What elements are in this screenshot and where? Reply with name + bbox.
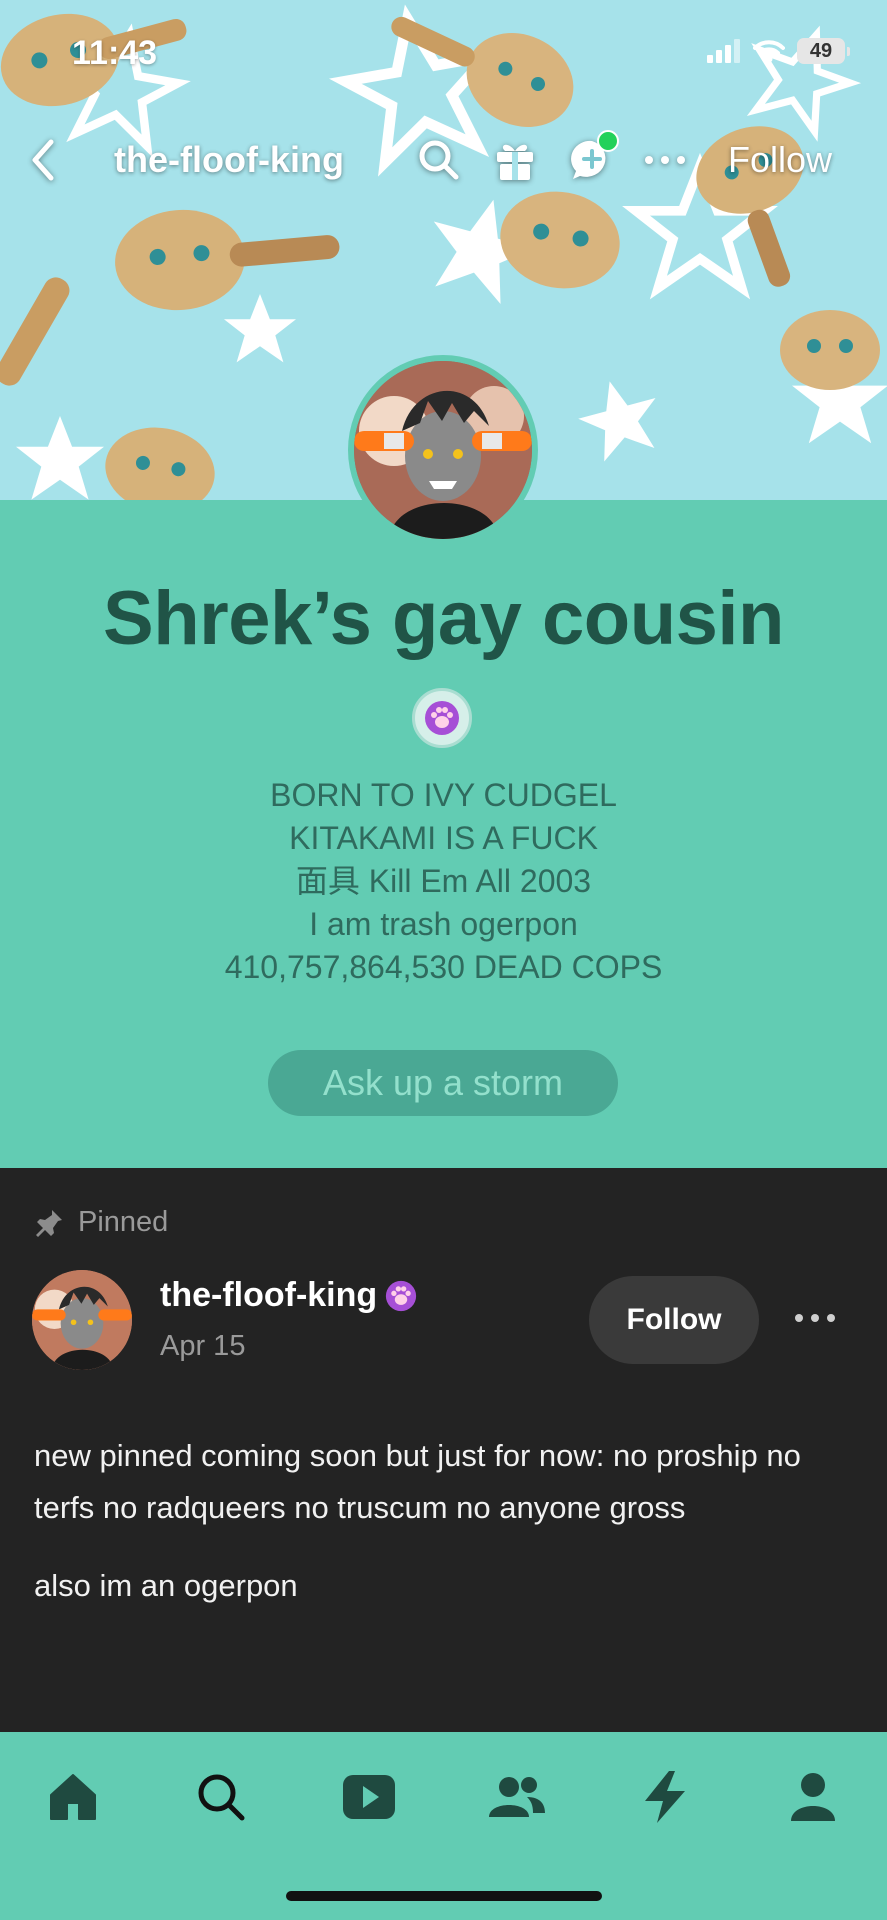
blog-navbar: the-floof-king Follow — [0, 122, 887, 198]
home-icon — [50, 1774, 96, 1820]
tab-activity[interactable] — [630, 1762, 700, 1832]
search-icon — [419, 140, 459, 180]
battery-indicator: 49 — [797, 38, 850, 64]
bio-line: I am trash ogerpon — [309, 906, 578, 942]
tab-community[interactable] — [482, 1762, 552, 1832]
pinned-label: Pinned — [78, 1206, 169, 1238]
blog-description: BORN TO IVY CUDGEL KITAKAMI IS A FUCK 面具… — [0, 774, 887, 989]
bio-line: 410,757,864,530 DEAD COPS — [224, 949, 663, 985]
navbar-follow-button[interactable]: Follow — [728, 122, 832, 198]
wifi-icon — [753, 40, 785, 63]
navbar-username[interactable]: the-floof-king — [114, 122, 344, 198]
activity-icon — [645, 1771, 685, 1823]
cellular-signal-icon — [707, 39, 740, 63]
ask-button[interactable]: Ask up a storm — [268, 1050, 618, 1116]
status-icons: 49 — [707, 38, 850, 64]
post-more-button[interactable] — [790, 1298, 840, 1338]
status-bar: 11:43 49 — [0, 0, 887, 110]
avatar-image — [32, 1270, 132, 1370]
account-icon — [791, 1773, 835, 1821]
post-body: new pinned coming soon but just for now:… — [34, 1430, 844, 1638]
bio-line: BORN TO IVY CUDGEL — [270, 777, 617, 813]
bio-line: KITAKAMI IS A FUCK — [289, 820, 598, 856]
more-horizontal-icon — [795, 1314, 835, 1322]
tab-search[interactable] — [186, 1762, 256, 1832]
blog-avatar[interactable] — [348, 355, 538, 545]
more-horizontal-icon — [645, 156, 685, 164]
tab-video[interactable] — [334, 1762, 404, 1832]
search-icon — [198, 1774, 245, 1821]
avatar-image — [354, 361, 532, 539]
paw-badge[interactable] — [412, 688, 472, 748]
back-button[interactable] — [18, 122, 68, 198]
more-options-button[interactable] — [640, 122, 690, 198]
post-author-name[interactable]: the-floof-king — [160, 1276, 377, 1315]
home-indicator — [286, 1891, 602, 1901]
post-follow-button[interactable]: Follow — [589, 1276, 759, 1364]
pin-icon — [36, 1209, 62, 1237]
play-icon — [343, 1775, 395, 1819]
post-paragraph: new pinned coming soon but just for now:… — [34, 1438, 801, 1525]
pinned-indicator: Pinned — [34, 1206, 168, 1239]
gift-button[interactable] — [490, 122, 540, 198]
post-author-row: the-floof-king — [160, 1276, 417, 1315]
paw-badge-icon — [386, 1280, 417, 1311]
post-author-avatar[interactable] — [32, 1270, 132, 1370]
tab-home[interactable] — [38, 1762, 108, 1832]
post-date: Apr 15 — [160, 1330, 246, 1362]
blog-title: Shrek’s gay cousin — [103, 576, 784, 661]
status-time: 11:43 — [72, 34, 158, 72]
paw-badge-icon — [425, 701, 459, 735]
community-icon — [489, 1777, 545, 1817]
bio-line: 面具 Kill Em All 2003 — [295, 863, 592, 899]
gift-icon — [497, 144, 533, 180]
online-status-dot — [597, 130, 619, 152]
post-paragraph: also im an ogerpon — [34, 1568, 298, 1603]
search-button[interactable] — [414, 122, 464, 198]
tab-account[interactable] — [778, 1762, 848, 1832]
chevron-left-icon — [32, 139, 54, 181]
pinned-post: Pinned the-floof-king Apr 15 Follow new … — [0, 1168, 887, 1732]
